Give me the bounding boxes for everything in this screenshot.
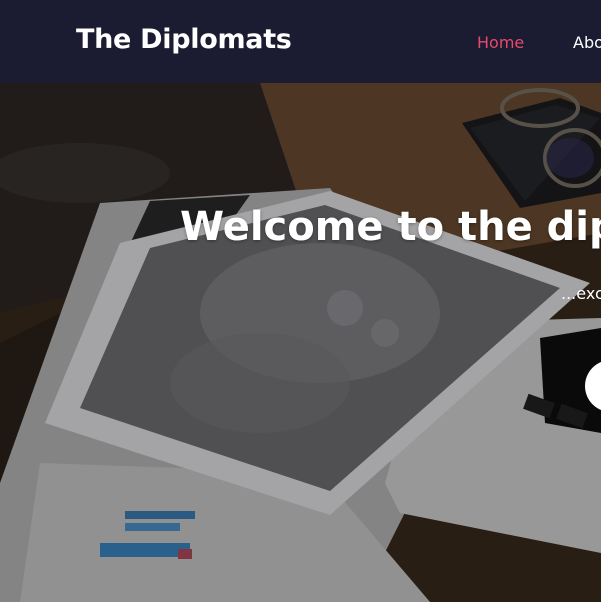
hero-title: Welcome to the diplo bbox=[180, 204, 601, 250]
hero-background-image bbox=[0, 83, 601, 602]
nav-link-about[interactable]: Abo bbox=[573, 33, 601, 52]
hero-section: Welcome to the diplo ...exc bbox=[0, 83, 601, 602]
nav-link-home[interactable]: Home bbox=[477, 33, 524, 52]
brand-logo[interactable]: The Diplomats bbox=[76, 24, 292, 55]
navbar: The Diplomats Home Abo bbox=[0, 0, 601, 83]
hero-subtitle: ...exc bbox=[561, 284, 601, 303]
